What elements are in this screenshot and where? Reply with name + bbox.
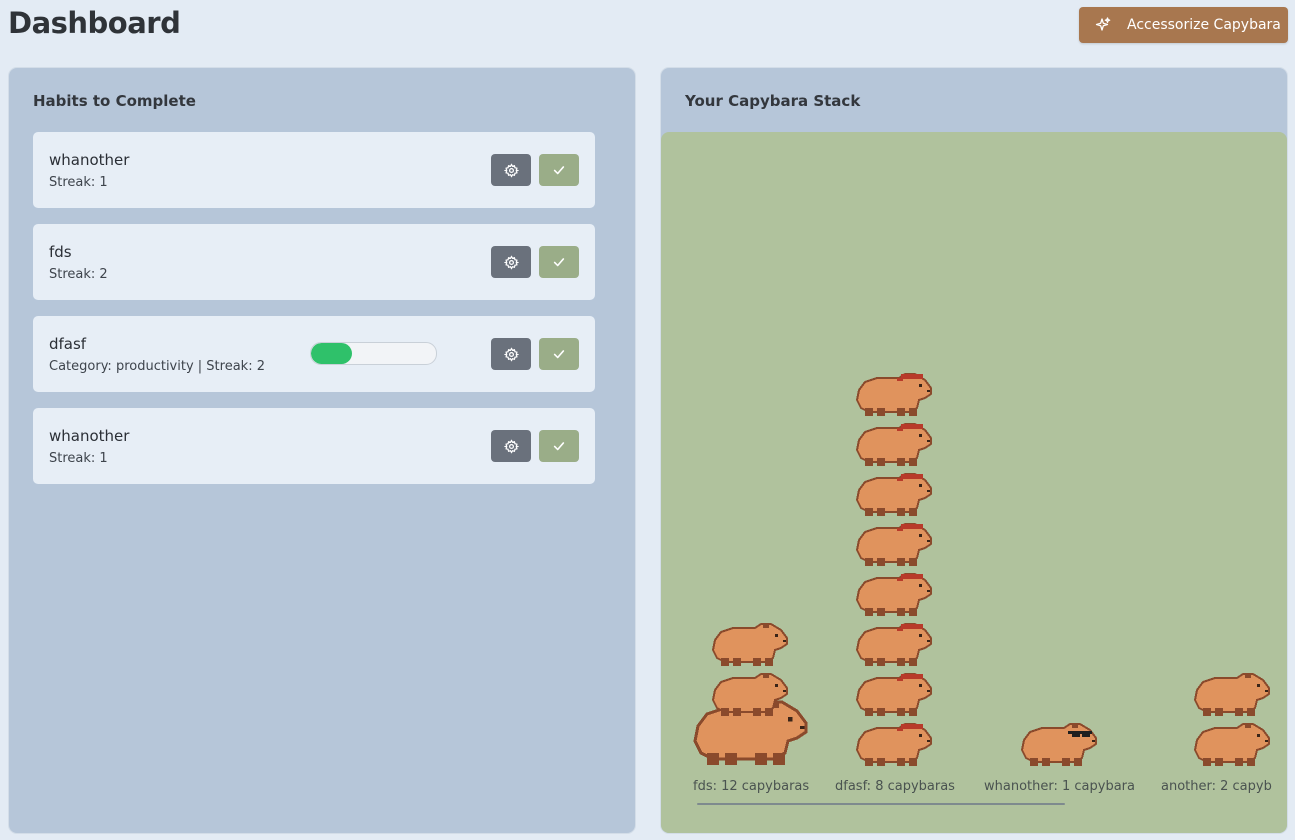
habit-complete-button[interactable]	[539, 154, 579, 186]
gear-icon	[503, 346, 519, 362]
habit-complete-button[interactable]	[539, 430, 579, 462]
habit-settings-button[interactable]	[491, 246, 531, 278]
check-icon	[553, 350, 565, 359]
habit-name: dfasf	[49, 335, 87, 353]
habit-name: fds	[49, 243, 72, 261]
stack-label: fds: 12 capybaras	[693, 779, 810, 794]
capybara-sprite	[853, 418, 933, 472]
capybara-sprite	[709, 668, 789, 722]
stack-panel-title: Your Capybara Stack	[685, 92, 861, 110]
habit-settings-button[interactable]	[491, 154, 531, 186]
habit-settings-button[interactable]	[491, 430, 531, 462]
habit-meta: Streak: 1	[49, 175, 108, 190]
horizontal-scrollbar[interactable]	[697, 803, 1065, 805]
capybara-stack-area[interactable]: fds: 12 capybaras dfasf: 8 capybaras wha…	[661, 132, 1287, 833]
check-icon	[553, 442, 565, 451]
gear-icon	[503, 162, 519, 178]
habit-progress-bar	[310, 342, 437, 365]
habit-card: dfasf Category: productivity | Streak: 2	[33, 316, 595, 392]
habits-panel-title: Habits to Complete	[33, 92, 196, 110]
accessorize-capybara-button[interactable]: Accessorize Capybara	[1079, 7, 1288, 43]
capybara-sprite	[709, 618, 789, 672]
capybara-sprite	[853, 568, 933, 622]
page-title: Dashboard	[8, 6, 181, 40]
stack-label: dfasf: 8 capybaras	[835, 779, 955, 794]
capybara-sprite	[853, 468, 933, 522]
check-icon	[553, 258, 565, 267]
habit-card: whanother Streak: 1	[33, 408, 595, 484]
capybara-sprite	[1191, 668, 1271, 722]
capybara-sprite	[853, 668, 933, 722]
capybara-sprite	[853, 368, 933, 422]
stack-label: whanother: 1 capybara	[984, 779, 1135, 794]
accessorize-button-label: Accessorize Capybara	[1127, 17, 1281, 33]
check-icon	[553, 166, 565, 175]
habit-meta: Category: productivity | Streak: 2	[49, 359, 265, 374]
habit-name: whanother	[49, 151, 130, 169]
habit-complete-button[interactable]	[539, 338, 579, 370]
sparkles-icon	[1095, 17, 1111, 33]
capybara-sprite	[853, 618, 933, 672]
habits-panel: Habits to Complete whanother Streak: 1 f…	[9, 68, 635, 833]
gear-icon	[503, 254, 519, 270]
capybara-sprite	[1191, 718, 1271, 772]
capybara-sprite	[1018, 718, 1098, 772]
habit-progress-fill	[311, 343, 353, 364]
habit-settings-button[interactable]	[491, 338, 531, 370]
habit-complete-button[interactable]	[539, 246, 579, 278]
capybara-sprite	[853, 518, 933, 572]
capybara-sprite	[853, 718, 933, 772]
capybara-stack-panel: Your Capybara Stack fds: 12 capybaras df…	[661, 68, 1287, 833]
habit-name: whanother	[49, 427, 130, 445]
habit-meta: Streak: 1	[49, 451, 108, 466]
habit-card: fds Streak: 2	[33, 224, 595, 300]
habit-card: whanother Streak: 1	[33, 132, 595, 208]
gear-icon	[503, 438, 519, 454]
habit-meta: Streak: 2	[49, 267, 108, 282]
stack-label: another: 2 capyb	[1161, 779, 1272, 794]
